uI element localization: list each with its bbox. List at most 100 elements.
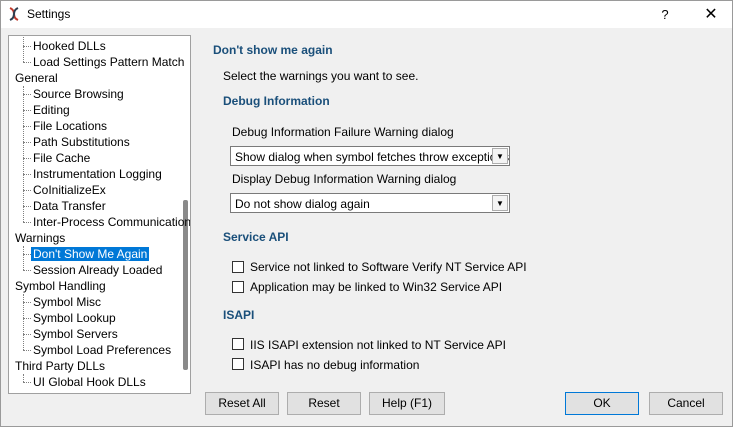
tree-item-label: CoInitializeEx — [33, 183, 106, 197]
win32-service-checkbox[interactable] — [232, 281, 244, 293]
chevron-down-icon[interactable]: ▼ — [492, 148, 508, 164]
tree-item-label: Data Transfer — [33, 199, 106, 213]
tree-connector — [23, 294, 24, 350]
tree-item[interactable]: Warnings — [13, 230, 67, 246]
failure-warning-label: Debug Information Failure Warning dialog — [232, 125, 454, 139]
service-not-linked-checkbox[interactable] — [232, 261, 244, 273]
tree-item-label: Symbol Handling — [15, 279, 106, 293]
tree-item-label: Path Substitutions — [33, 135, 130, 149]
isapi-no-debug-label: ISAPI has no debug information — [250, 358, 420, 372]
tree-item[interactable]: Don't Show Me Again — [31, 246, 150, 262]
tree-item-label: Session Already Loaded — [33, 263, 163, 277]
window-title: Settings — [27, 7, 71, 21]
tree-item[interactable]: Inter-Process Communication — [31, 214, 191, 230]
tree-connector — [23, 302, 31, 303]
tree-item-label: Symbol Load Preferences — [33, 343, 172, 357]
tree-item-label: Don't Show Me Again — [31, 247, 150, 261]
help-question-button[interactable]: ? — [647, 1, 683, 28]
tree-item[interactable]: Hooked DLLs — [31, 38, 108, 54]
tree-item[interactable]: Symbol Handling — [13, 278, 108, 294]
help-button[interactable]: Help (F1) — [369, 392, 445, 415]
tree-item[interactable]: Path Substitutions — [31, 134, 132, 150]
tree-item[interactable]: Session Already Loaded — [31, 262, 164, 278]
tree-item-label: UI Global Hook DLLs — [33, 375, 146, 389]
ok-button[interactable]: OK — [565, 392, 639, 415]
tree-item-label: Inter-Process Communication — [33, 215, 191, 229]
close-button[interactable]: ✕ — [691, 1, 731, 28]
tree-connector — [23, 246, 24, 270]
tree-item[interactable]: Symbol Load Preferences — [31, 342, 173, 358]
isapi-not-linked-checkbox[interactable] — [232, 338, 244, 350]
failure-warning-value: Show dialog when symbol fetches throw ex… — [235, 150, 510, 164]
tree-item[interactable]: Source Browsing — [31, 86, 126, 102]
tree-item-label: File Cache — [33, 151, 91, 165]
tree-item-label: Source Browsing — [33, 87, 124, 101]
tree-item[interactable]: File Locations — [31, 118, 109, 134]
tree-connector — [23, 174, 31, 175]
tree-item-label: Symbol Lookup — [33, 311, 116, 325]
tree-connector — [23, 126, 31, 127]
tree-connector — [23, 86, 24, 222]
tree-connector — [23, 206, 31, 207]
tree-connector — [23, 270, 31, 271]
tree-item[interactable]: Load Settings Pattern Match — [31, 54, 186, 70]
tree-connector — [23, 254, 31, 255]
panel-intro: Select the warnings you want to see. — [223, 69, 419, 83]
tree-connector — [23, 158, 31, 159]
tree-item[interactable]: General — [13, 70, 60, 86]
reset-button[interactable]: Reset — [287, 392, 361, 415]
tree-item[interactable]: Symbol Lookup — [31, 310, 118, 326]
tree-item-label: Symbol Servers — [33, 327, 118, 341]
failure-warning-dropdown[interactable]: Show dialog when symbol fetches throw ex… — [230, 146, 510, 166]
tree-connector — [23, 318, 31, 319]
reset-all-button[interactable]: Reset All — [205, 392, 279, 415]
display-warning-label: Display Debug Information Warning dialog — [232, 172, 457, 186]
isapi-no-debug-checkbox[interactable] — [232, 358, 244, 370]
tree-item[interactable]: Data Transfer — [31, 198, 108, 214]
tree-item[interactable]: File Cache — [31, 150, 92, 166]
display-warning-value: Do not show dialog again — [235, 197, 370, 211]
tree-connector — [23, 94, 31, 95]
tree-connector — [23, 374, 24, 382]
tree-item[interactable]: Third Party DLLs — [13, 358, 107, 374]
win32-service-label: Application may be linked to Win32 Servi… — [250, 280, 503, 294]
tree-item-label: Warnings — [15, 231, 66, 245]
tree-connector — [23, 110, 31, 111]
settings-tree[interactable]: Hooked DLLs Load Settings Pattern Match Ge… — [8, 35, 191, 394]
tree-connector — [23, 142, 31, 143]
tree-item[interactable]: Editing — [31, 102, 72, 118]
tree-connector — [23, 334, 31, 335]
tree-item-label: Instrumentation Logging — [33, 167, 162, 181]
tree-item[interactable]: UI Global Hook DLLs — [31, 374, 148, 390]
tree-item-label: Third Party DLLs — [15, 359, 106, 373]
service-not-linked-label: Service not linked to Software Verify NT… — [250, 260, 527, 274]
tree-item[interactable]: CoInitializeEx — [31, 182, 108, 198]
tree-item-label: Symbol Misc — [33, 295, 102, 309]
app-icon — [9, 7, 19, 21]
panel-title: Don't show me again — [213, 43, 333, 57]
service-api-heading: Service API — [223, 230, 289, 244]
tree-item-label: Hooked DLLs — [33, 39, 106, 53]
display-warning-dropdown[interactable]: Do not show dialog again ▼ — [230, 193, 510, 213]
tree-connector — [23, 222, 31, 223]
tree-item-label: Load Settings Pattern Match — [33, 55, 185, 69]
chevron-down-icon[interactable]: ▼ — [492, 195, 508, 211]
tree-item-label: Editing — [33, 103, 70, 117]
tree-item[interactable]: Symbol Servers — [31, 326, 120, 342]
title-bar: Settings ? ✕ — [1, 1, 732, 28]
tree-connector — [23, 382, 31, 383]
tree-item[interactable]: Symbol Misc — [31, 294, 103, 310]
tree-connector — [23, 190, 31, 191]
cancel-button[interactable]: Cancel — [649, 392, 723, 415]
tree-connector — [23, 62, 31, 63]
settings-dialog: Settings ? ✕ Hooked DLLs Load Settings Pa… — [0, 0, 733, 427]
tree-item-label: File Locations — [33, 119, 108, 133]
tree-connector — [23, 36, 24, 62]
isapi-heading: ISAPI — [223, 308, 255, 322]
tree-connector — [23, 46, 31, 47]
isapi-not-linked-label: IIS ISAPI extension not linked to NT Ser… — [250, 338, 506, 352]
tree-item[interactable]: Instrumentation Logging — [31, 166, 164, 182]
debug-information-heading: Debug Information — [223, 94, 330, 108]
tree-item-label: General — [15, 71, 58, 85]
tree-connector — [23, 350, 31, 351]
